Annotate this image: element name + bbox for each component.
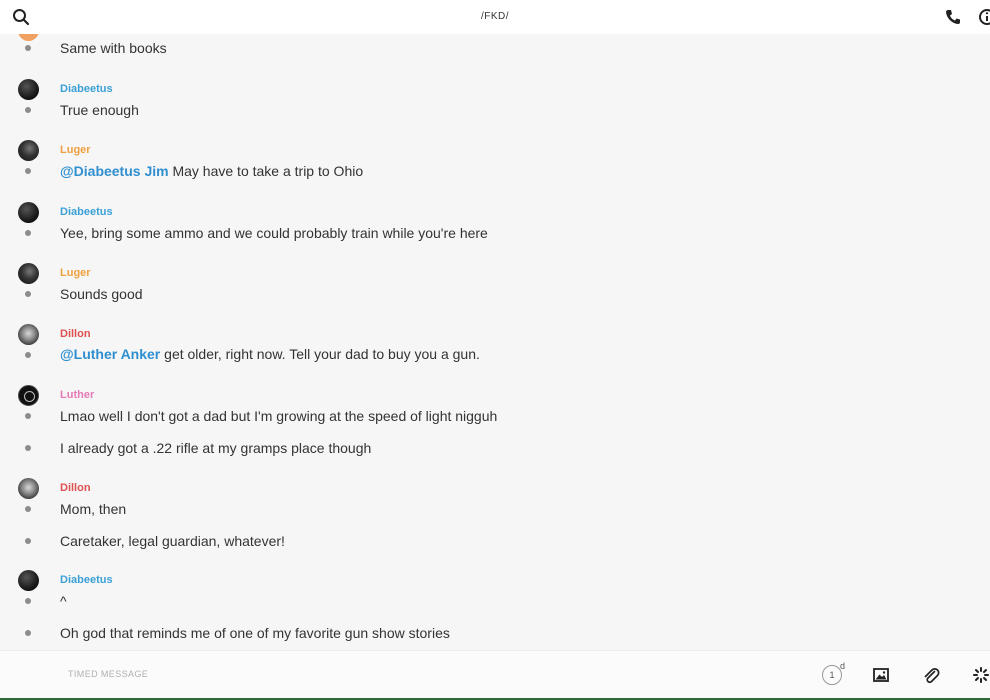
message-row[interactable]: Diabeetus ^ [0,569,990,619]
top-bar: /FKD/ [0,0,990,34]
author-name[interactable]: Dillon [60,482,91,494]
author-name[interactable]: Dillon [60,328,91,340]
avatar[interactable] [18,385,39,406]
message-row[interactable]: Caretaker, legal guardian, whatever! [0,529,990,559]
timer-value: 1 [822,665,842,685]
message-row[interactable]: Diabeetus Yee, bring some ammo and we co… [0,201,990,251]
message-text: Same with books [60,40,167,56]
message-bullet [25,506,31,512]
avatar[interactable] [18,202,39,223]
message-bullet [25,598,31,604]
message-body: get older, right now. Tell your dad to b… [160,346,480,362]
message-row[interactable]: Oh god that reminds me of one of my favo… [0,621,990,650]
message-text: Caretaker, legal guardian, whatever! [60,533,285,549]
image-icon[interactable] [872,666,890,684]
message-body: May have to take a trip to Ohio [168,163,364,179]
message-row[interactable]: Dillon Mom, then [0,477,990,527]
message-row[interactable]: Same with books [0,34,990,64]
message-text: ^ [60,593,67,609]
message-input[interactable]: TIMED MESSAGE [68,669,148,679]
message-row[interactable]: Diabeetus True enough [0,78,990,128]
message-bullet [25,291,31,297]
message-bullet [25,230,31,236]
sparkle-icon[interactable] [972,666,990,684]
message-bullet [25,445,31,451]
author-name[interactable]: Luger [60,267,91,279]
author-name[interactable]: Luther [60,389,94,401]
message-row[interactable]: Luger @Diabeetus Jim May have to take a … [0,139,990,189]
message-text: I already got a .22 rifle at my gramps p… [60,440,372,456]
message-bullet [25,538,31,544]
mention-link[interactable]: @Luther Anker [60,346,160,362]
avatar[interactable] [18,263,39,284]
message-row[interactable]: I already got a .22 rifle at my gramps p… [0,436,990,466]
avatar[interactable] [18,478,39,499]
message-text: @Luther Anker get older, right now. Tell… [60,346,480,362]
conversation-title: /FKD/ [480,11,510,22]
message-bullet [25,630,31,636]
message-row[interactable]: Luger Sounds good [0,262,990,312]
avatar[interactable] [18,324,39,345]
message-text: @Diabeetus Jim May have to take a trip t… [60,163,363,179]
message-text: True enough [60,102,139,118]
phone-icon[interactable] [944,8,962,26]
message-bullet [25,352,31,358]
mention-link[interactable]: @Diabeetus Jim [60,163,169,179]
chat-window: /FKD/ Same with books Diabeetus True eno… [0,0,990,700]
avatar[interactable] [18,79,39,100]
message-bullet [25,168,31,174]
avatar[interactable] [18,140,39,161]
message-row[interactable]: Luther Lmao well I don't got a dad but I… [0,384,990,434]
message-bullet [25,413,31,419]
avatar[interactable] [18,34,39,41]
message-row[interactable]: Dillon @Luther Anker get older, right no… [0,323,990,373]
message-text: Sounds good [60,286,143,302]
author-name[interactable]: Diabeetus [60,574,113,586]
composer-bar: TIMED MESSAGE 1 d [0,650,990,700]
message-bullet [25,107,31,113]
message-text: Oh god that reminds me of one of my favo… [60,625,450,641]
avatar[interactable] [18,570,39,591]
message-text: Mom, then [60,501,127,517]
author-name[interactable]: Luger [60,144,91,156]
message-bullet [25,45,31,51]
author-name[interactable]: Diabeetus [60,206,113,218]
message-feed[interactable]: Same with books Diabeetus True enough Lu… [0,34,990,650]
author-name[interactable]: Diabeetus [60,83,113,95]
message-text: Yee, bring some ammo and we could probab… [60,225,488,241]
timer-unit: d [840,661,846,671]
timer-button[interactable]: 1 d [822,661,845,685]
info-icon[interactable] [978,8,990,26]
paperclip-icon[interactable] [922,666,940,684]
message-text: Lmao well I don't got a dad but I'm grow… [60,408,498,424]
